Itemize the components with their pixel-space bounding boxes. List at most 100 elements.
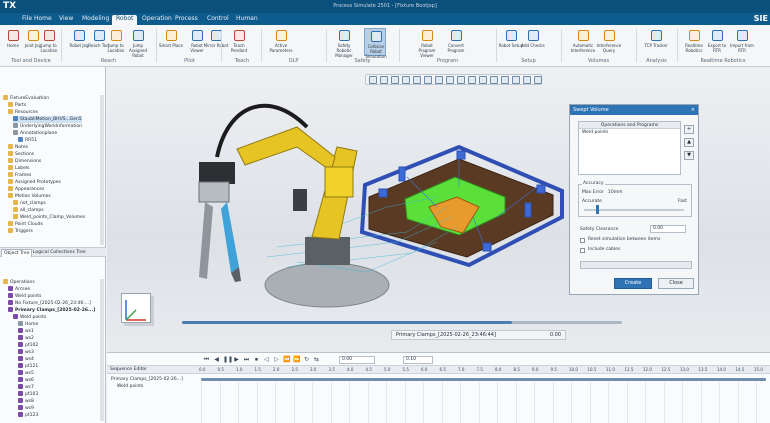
safety-clearance-input[interactable]: 0.00 (650, 225, 686, 233)
tree-item[interactable]: UnderlyingWorkInformation (13, 123, 82, 130)
operations-list-item[interactable]: Weld points (579, 129, 680, 136)
view-tool-icon[interactable] (534, 76, 542, 84)
ribbon-button-automatic-interference[interactable]: Automatic Interference (571, 28, 595, 56)
tree-item[interactable]: pt102 (18, 342, 38, 349)
tree-item[interactable]: pt103 (18, 391, 38, 398)
operation-tree-scrollbar[interactable] (100, 279, 104, 421)
tree-item[interactable]: ws3 (18, 349, 34, 356)
dialog-close-icon[interactable]: × (691, 105, 695, 115)
tree-item[interactable]: Weld points (13, 314, 46, 321)
tree-item[interactable]: Annotationplane (13, 130, 57, 137)
tree-item[interactable]: Point Clouds (8, 221, 43, 228)
ribbon-button-export-to-rtr[interactable]: Export to RTR (706, 28, 728, 56)
ribbon-button-safety-robotic-manager[interactable]: Safety Robotic Manager (333, 28, 355, 58)
ribbon-button-add-checks[interactable]: Add Checks (521, 28, 545, 56)
tree-item[interactable]: ws4 (18, 356, 34, 363)
ribbon-button-home[interactable]: Home (2, 28, 24, 56)
add-operation-button[interactable]: + (684, 125, 694, 134)
view-tool-icon[interactable] (402, 76, 410, 84)
tree-item[interactable]: ws8 (18, 398, 34, 405)
tree-item[interactable]: Motion Volumes (8, 193, 51, 200)
ribbon-button-jump-assigned-robot[interactable]: Jump Assigned Robot (127, 28, 149, 58)
view-tool-icon[interactable] (479, 76, 487, 84)
tree-item[interactable]: Parts (8, 102, 26, 109)
tree-item[interactable]: Dimensions (8, 158, 41, 165)
tree-item[interactable]: No Fixture_[2025-02-26_23:46:...] (8, 300, 91, 307)
tree-item[interactable]: Frames (8, 172, 31, 179)
tab-process[interactable]: Process (171, 15, 202, 25)
ribbon-button-smart-place[interactable]: Smart Place (159, 28, 183, 56)
tree-item[interactable]: Home (18, 321, 38, 328)
accuracy-slider-thumb[interactable] (596, 205, 599, 214)
view-tool-icon[interactable] (501, 76, 509, 84)
tree-item[interactable]: pt123 (18, 412, 38, 419)
view-tool-icon[interactable] (523, 76, 531, 84)
tree-item[interactable]: Weld_points_Clamp_Volumes (13, 214, 85, 221)
playback-control-icon[interactable]: ◁ (263, 356, 270, 363)
create-button[interactable]: Create (614, 278, 652, 289)
reset-simulation-checkbox[interactable] (580, 238, 585, 243)
tree-item[interactable]: Triggers (8, 228, 33, 235)
tab-robot[interactable]: Robot (112, 15, 138, 25)
playback-control-icon[interactable]: ◀ (213, 356, 220, 363)
tree-item[interactable]: all_clamps (13, 207, 44, 214)
view-tool-icon[interactable] (468, 76, 476, 84)
accuracy-slider-track[interactable] (584, 209, 684, 211)
sequence-row[interactable]: Primary Clamps_[2025-02-26...] (107, 376, 183, 383)
tab-home[interactable]: Home (30, 15, 56, 25)
tree-item[interactable]: Primary Clamps_[2025-02-26...] (8, 307, 95, 314)
tree-item[interactable]: Assigned Prototypes (8, 179, 61, 186)
tree-item[interactable]: Resources (8, 109, 38, 116)
ribbon-button-teach-pendant[interactable]: Teach Pendant (228, 28, 250, 56)
tab-view[interactable]: View (55, 15, 77, 25)
tree-item[interactable]: Labels (8, 165, 29, 172)
time-interval-input[interactable]: 0.10 (403, 356, 433, 364)
playback-control-icon[interactable]: ❚❚ (223, 356, 233, 363)
include-cables-checkbox[interactable] (580, 248, 585, 253)
tree-item[interactable]: not_clamps (13, 200, 46, 207)
tree-item[interactable]: Appearances (8, 186, 44, 193)
view-tool-icon[interactable] (413, 76, 421, 84)
ribbon-button-tcp-tracker[interactable]: TCP Tracker (644, 28, 668, 56)
ribbon-button-collision-robot-simulation[interactable]: Collision Robot Simulation (364, 28, 387, 59)
tree-item[interactable]: Arcsee (8, 286, 30, 293)
ribbon-button-robot-program-viewer[interactable]: Robot Program Viewer (416, 28, 438, 58)
view-tool-icon[interactable] (380, 76, 388, 84)
tree-item[interactable]: FixtureEvaluation (3, 95, 49, 102)
tree-item[interactable]: ws2 (18, 335, 34, 342)
tab-object-tree[interactable]: Object Tree (1, 249, 33, 257)
current-operation-bar[interactable]: Primary Clamps_[2025-02-26_23:46:44] 0.0… (391, 330, 566, 340)
ribbon-button-interference-query[interactable]: Interference Query (597, 28, 621, 56)
playback-control-icon[interactable]: ⏩ (293, 356, 300, 363)
playback-control-icon[interactable]: ⏭ (243, 356, 250, 363)
viewport-scrollbar[interactable] (182, 321, 622, 324)
object-tree-scrollbar[interactable] (100, 95, 104, 245)
tree-item[interactable]: StaubliMotion_BHVS...Gen5 (13, 116, 82, 123)
ribbon-button-robot-jog[interactable]: Robot Jog (68, 28, 90, 56)
tree-item[interactable]: RR51 (18, 137, 37, 144)
playback-control-icon[interactable]: ⇆ (313, 356, 320, 363)
view-tool-icon[interactable] (446, 76, 454, 84)
move-down-button[interactable]: ▼ (684, 151, 694, 160)
tree-item[interactable]: Notes (8, 144, 28, 151)
view-tool-icon[interactable] (457, 76, 465, 84)
operations-list[interactable]: Operations and Programs Weld points (578, 121, 681, 175)
ribbon-button-robot-setup[interactable]: Robot Setup (499, 28, 523, 56)
tree-item[interactable]: Weld points (8, 293, 41, 300)
ribbon-button-active-parameters[interactable]: Active Parameters (270, 28, 292, 56)
playback-control-icon[interactable]: ↻ (303, 356, 310, 363)
playback-control-icon[interactable]: ⏮ (203, 356, 210, 363)
sequence-gantt-bar[interactable] (201, 378, 766, 381)
tab-modeling[interactable]: Modeling (78, 15, 113, 25)
view-tool-icon[interactable] (369, 76, 377, 84)
tab-control[interactable]: Control (203, 15, 233, 25)
tree-item[interactable]: ws6 (18, 377, 34, 384)
ribbon-button-mirror-robot[interactable]: Mirror Robot (204, 28, 228, 56)
view-tool-icon[interactable] (435, 76, 443, 84)
view-tool-icon[interactable] (391, 76, 399, 84)
tree-item[interactable]: ws7 (18, 384, 34, 391)
tree-item[interactable]: Sections (8, 151, 34, 158)
tab-logical-collections-tree[interactable]: Logical Collections Tree (31, 249, 88, 257)
tree-item[interactable]: ws5 (18, 370, 34, 377)
view-tool-icon[interactable] (512, 76, 520, 84)
